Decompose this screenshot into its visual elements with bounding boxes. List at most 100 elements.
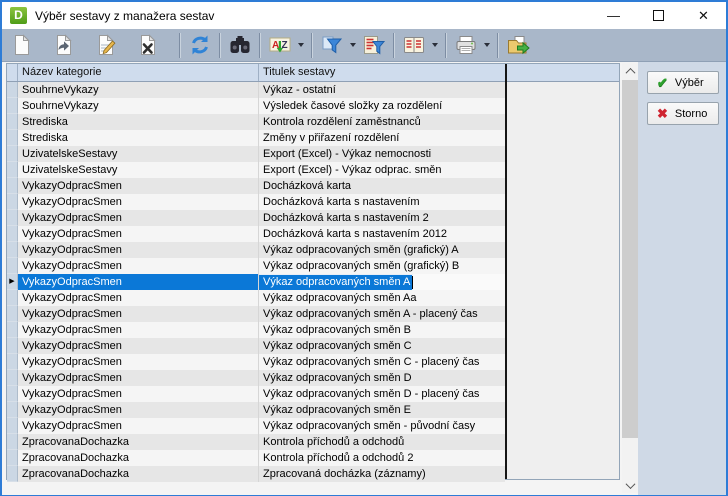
maximize-icon [653,10,664,21]
toolbar-separator [219,33,221,58]
chevron-down-icon [484,43,490,47]
minimize-button[interactable]: — [591,2,636,29]
title-cell: Výkaz odpracovaných směn E [259,402,505,418]
vertical-scrollbar[interactable] [622,63,638,493]
title-cell: Výkaz odpracovaných směn D [259,370,505,386]
filter-dropdown[interactable] [347,31,359,59]
table-row[interactable]: VykazyOdpracSmenVýkaz odpracovaných směn… [7,290,505,306]
columns-button[interactable] [399,31,429,59]
title-cell: Výkaz - ostatní [259,82,505,98]
table-row[interactable]: VykazyOdpracSmenVýkaz odpracovaných směn… [7,258,505,274]
columns-dropdown[interactable] [429,31,441,59]
filter-button[interactable] [317,31,347,59]
table-row[interactable]: UzivatelskeSestavyExport (Excel) - Výkaz… [7,146,505,162]
table-row[interactable]: SouhrneVykazyVýkaz - ostatní [7,82,505,98]
sort-az-button[interactable]: A Z [265,31,295,59]
category-cell: Strediska [18,130,259,146]
open-report-button[interactable] [49,31,79,59]
table-row[interactable]: SouhrneVykazyVýsledek časové složky za r… [7,98,505,114]
row-gutter [7,98,18,114]
refresh-button[interactable] [185,31,215,59]
category-cell: VykazyOdpracSmen [18,194,259,210]
category-cell: UzivatelskeSestavy [18,162,259,178]
title-cell: Kontrola rozdělení zaměstnanců [259,114,505,130]
table-row[interactable]: ZpracovanaDochazkaZpracovaná docházka (z… [7,466,505,482]
category-cell: VykazyOdpracSmen [18,322,259,338]
category-cell: SouhrneVykazy [18,98,259,114]
chevron-down-icon [298,43,304,47]
window-controls: — ✕ [591,2,726,29]
title-cell: Výkaz odpracovaných směn B [259,322,505,338]
find-button[interactable] [225,31,255,59]
table-row[interactable]: StrediskaZměny v přiřazení rozdělení [7,130,505,146]
app-icon: D [10,7,27,24]
table-row[interactable]: VykazyOdpracSmenVýkaz odpracovaných směn… [7,402,505,418]
table-row[interactable]: VykazyOdpracSmenVýkaz odpracovaných směn… [7,242,505,258]
table-row[interactable]: VykazyOdpracSmenDocházková karta s nasta… [7,210,505,226]
vyber-button[interactable]: ✔ Výběr [647,71,719,94]
scroll-up-button[interactable] [622,63,638,79]
table-row[interactable]: VykazyOdpracSmenVýkaz odpracovaných směn… [7,354,505,370]
title-cell: Výkaz odpracovaných směn A [259,274,505,290]
toolbar-separator [445,33,447,58]
toolbar-separator [179,33,181,58]
print-dropdown[interactable] [481,31,493,59]
row-gutter [7,386,18,402]
table-row[interactable]: StrediskaKontrola rozdělení zaměstnanců [7,114,505,130]
edit-report-button[interactable] [91,31,121,59]
dialog-content: Název kategorie Titulek sestavy SouhrneV… [2,62,726,495]
category-cell: VykazyOdpracSmen [18,418,259,434]
printer-icon [454,33,478,57]
title-cell: Docházková karta s nastavením 2012 [259,226,505,242]
column-header-kategorie[interactable]: Název kategorie [18,64,259,81]
cross-icon: ✖ [657,107,668,120]
delete-report-button[interactable] [133,31,163,59]
table-row[interactable]: VykazyOdpracSmenDocházková karta s nasta… [7,194,505,210]
new-report-button[interactable] [7,31,37,59]
sort-az-dropdown[interactable] [295,31,307,59]
row-gutter [7,434,18,450]
table-row[interactable]: ▶VykazyOdpracSmenVýkaz odpracovaných smě… [7,274,505,290]
export-button[interactable] [503,31,533,59]
table-row[interactable]: VykazyOdpracSmenVýkaz odpracovaných směn… [7,338,505,354]
scrollbar-thumb[interactable] [622,80,638,438]
print-button[interactable] [451,31,481,59]
filter-list-button[interactable] [359,31,389,59]
table-row[interactable]: VykazyOdpracSmenVýkaz odpracovaných směn… [7,386,505,402]
dialog-window: D Výběr sestavy z manažera sestav — ✕ [0,0,728,496]
table-row[interactable]: VykazyOdpracSmenDocházková karta s nasta… [7,226,505,242]
chevron-down-icon [432,43,438,47]
row-gutter [7,82,18,98]
action-panel: ✔ Výběr ✖ Storno [638,62,726,495]
table-row[interactable]: ZpracovanaDochazkaKontrola příchodů a od… [7,434,505,450]
toolbar-separator [497,33,499,58]
table-row[interactable]: VykazyOdpracSmenVýkaz odpracovaných směn… [7,370,505,386]
scroll-down-button[interactable] [622,477,638,493]
grid-body: SouhrneVykazyVýkaz - ostatníSouhrneVykaz… [7,82,619,482]
row-gutter [7,402,18,418]
title-cell: Výkaz odpracovaných směn - původní časy [259,418,505,434]
title-cell: Export (Excel) - Výkaz nemocnosti [259,146,505,162]
category-cell: VykazyOdpracSmen [18,226,259,242]
toolbar: A Z [2,29,726,62]
toolbar-separator [393,33,395,58]
row-gutter [7,258,18,274]
table-row[interactable]: UzivatelskeSestavyExport (Excel) - Výkaz… [7,162,505,178]
column-header-titulek[interactable]: Titulek sestavy [259,64,505,81]
close-button[interactable]: ✕ [681,2,726,29]
title-cell: Export (Excel) - Výkaz odprac. směn [259,162,505,178]
table-row[interactable]: VykazyOdpracSmenDocházková karta [7,178,505,194]
title-cell: Výkaz odpracovaných směn (grafický) A [259,242,505,258]
table-row[interactable]: VykazyOdpracSmenVýkaz odpracovaných směn… [7,418,505,434]
storno-button[interactable]: ✖ Storno [647,102,719,125]
table-row[interactable]: VykazyOdpracSmenVýkaz odpracovaných směn… [7,306,505,322]
title-cell: Výkaz odpracovaných směn Aa [259,290,505,306]
table-row[interactable]: VykazyOdpracSmenVýkaz odpracovaných směn… [7,322,505,338]
filter-list-icon [362,33,386,57]
maximize-button[interactable] [636,2,681,29]
row-gutter [7,210,18,226]
category-cell: Strediska [18,114,259,130]
title-cell: Výkaz odpracovaných směn C - placený čas [259,354,505,370]
table-row[interactable]: ZpracovanaDochazkaKontrola příchodů a od… [7,450,505,466]
row-gutter [7,194,18,210]
